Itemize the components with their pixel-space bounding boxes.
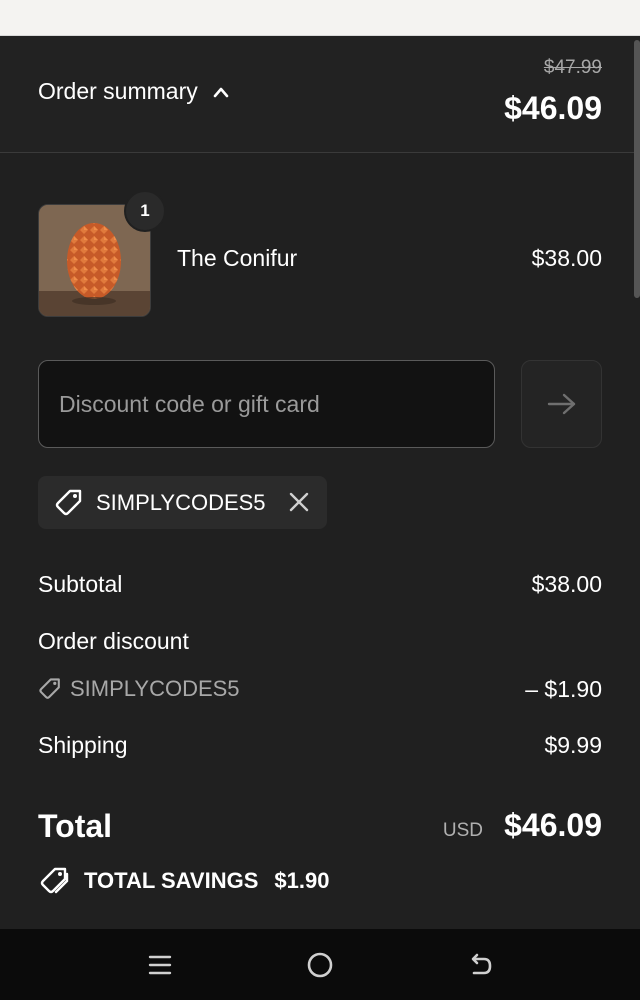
tag-icon	[55, 489, 82, 515]
system-navigation-bar	[0, 929, 640, 1000]
apply-discount-button[interactable]	[521, 360, 602, 448]
product-name: The Conifur	[177, 245, 298, 271]
product-price: $38.00	[531, 245, 602, 271]
order-summary-toggle[interactable]: Order summary	[38, 78, 230, 105]
quantity-badge: 1	[124, 190, 166, 232]
home-icon	[307, 952, 333, 978]
menu-icon	[148, 955, 172, 975]
scrollbar[interactable]	[634, 40, 640, 298]
order-discount-label: Order discount	[38, 628, 189, 654]
shipping-value: $9.99	[544, 732, 602, 758]
total-savings-value: $1.90	[274, 868, 330, 893]
tag-icon	[39, 678, 60, 699]
discount-code-input[interactable]	[38, 360, 495, 448]
browser-top-strip	[0, 0, 640, 36]
original-price: $47.99	[543, 57, 602, 78]
subtotal-value: $38.00	[531, 571, 602, 597]
order-summary-label: Order summary	[38, 78, 198, 104]
total-label: Total	[38, 808, 113, 844]
total-value: $46.09	[504, 807, 602, 843]
total-savings: TOTAL SAVINGS $1.90	[38, 866, 329, 896]
nav-menu-button[interactable]	[142, 947, 178, 983]
tag-icon	[40, 867, 69, 894]
arrow-right-icon	[547, 393, 575, 415]
shipping-label: Shipping	[38, 732, 128, 758]
total-savings-label: TOTAL SAVINGS	[84, 868, 259, 893]
header-total-price: $46.09	[504, 90, 602, 126]
chevron-up-icon	[213, 87, 229, 97]
subtotal-label: Subtotal	[38, 571, 123, 597]
total-currency: USD	[442, 820, 483, 841]
order-discount-code: SIMPLYCODES5	[38, 676, 240, 702]
applied-code-chip: SIMPLYCODES5	[38, 476, 327, 529]
nav-home-button[interactable]	[302, 947, 338, 983]
applied-code-label: SIMPLYCODES5	[96, 489, 266, 515]
order-discount-code-label: SIMPLYCODES5	[70, 676, 240, 701]
nav-back-button[interactable]	[462, 947, 498, 983]
back-icon	[471, 953, 492, 975]
close-icon[interactable]	[287, 490, 311, 514]
order-discount-value: – $1.90	[525, 676, 602, 702]
